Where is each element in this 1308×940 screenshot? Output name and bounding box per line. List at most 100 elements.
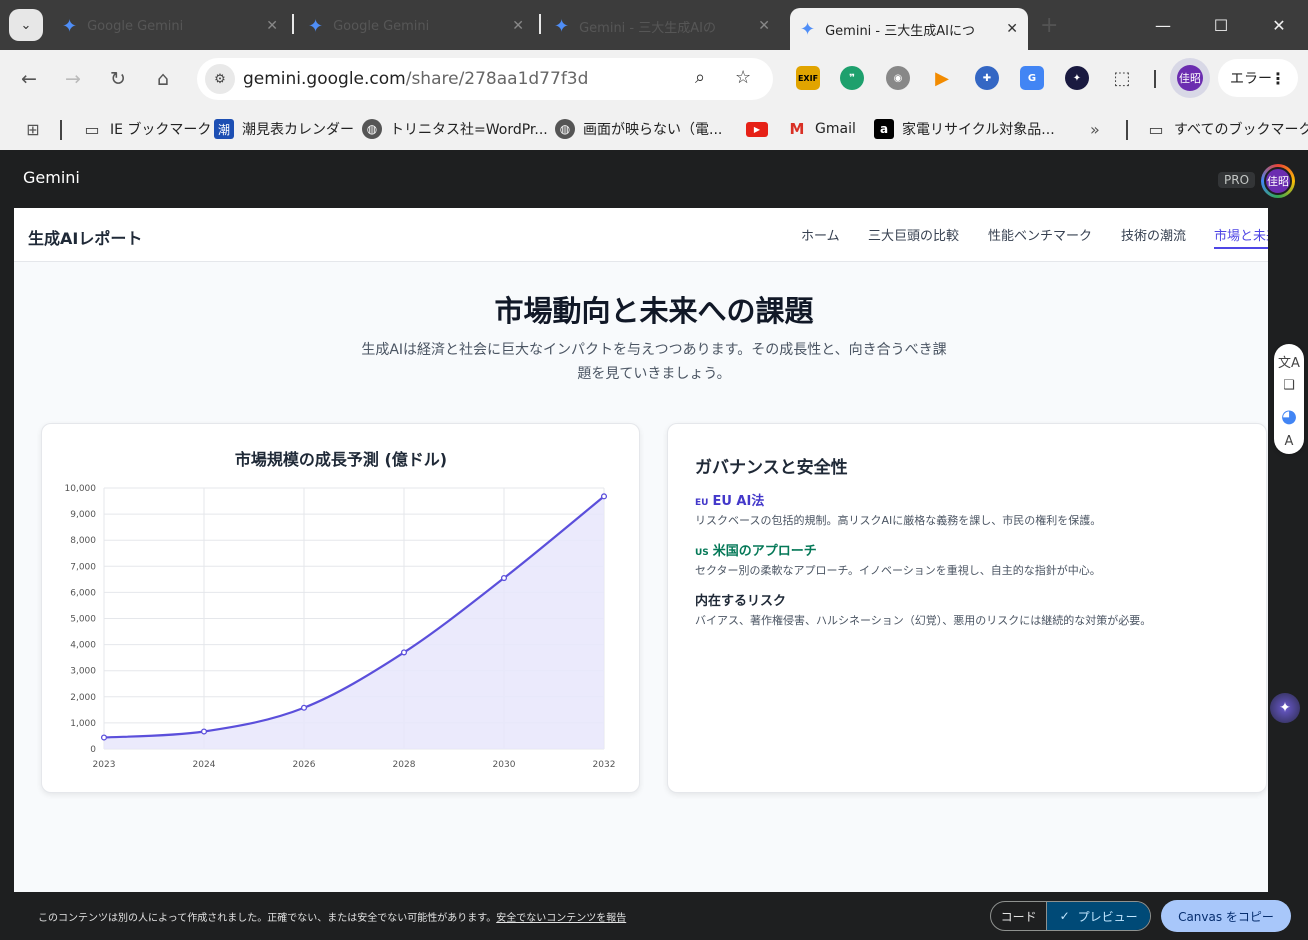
report-brand[interactable]: 生成AIレポート xyxy=(28,225,142,249)
profile-avatar[interactable]: 佳昭 xyxy=(1170,58,1210,98)
view-toggle: コード ✓ プレビュー xyxy=(990,901,1151,931)
back-icon[interactable]: ← xyxy=(16,66,42,92)
y-tick-label: 4,000 xyxy=(70,641,96,651)
folder-icon: ▭ xyxy=(1148,119,1164,139)
window-close-icon[interactable]: ✕ xyxy=(1250,0,1308,50)
nav-home[interactable]: ホーム xyxy=(801,225,840,244)
reload-icon[interactable]: ↻ xyxy=(105,66,131,92)
translate-icon[interactable]: 文A xyxy=(1274,352,1304,371)
zoom-icon[interactable]: ⌕ xyxy=(695,67,705,88)
address-bar[interactable]: ⚙ gemini.google.com/share/278aa1d77f3d ⌕… xyxy=(197,58,773,100)
bookmark-item[interactable]: ◍ トリニタス社=WordPr... xyxy=(362,116,548,142)
y-tick-label: 1,000 xyxy=(70,719,96,729)
x-tick-label: 2028 xyxy=(393,760,416,770)
y-tick-label: 6,000 xyxy=(70,588,96,598)
share-banner: このコンテンツは別の人によって作成されました。正確でない、または安全でない可能性… xyxy=(0,892,1308,940)
x-tick-label: 2023 xyxy=(93,760,116,770)
browser-tab-active[interactable]: ✦ Gemini - 三大生成AIにつ ✕ xyxy=(790,8,1028,50)
preview-tab[interactable]: ✓ プレビュー xyxy=(1046,902,1150,930)
chevron-down-icon: ⌄ xyxy=(20,17,32,33)
new-tab-icon[interactable]: + xyxy=(1040,13,1058,38)
bookmark-divider xyxy=(1126,120,1128,140)
data-point xyxy=(600,493,608,500)
forward-icon[interactable]: → xyxy=(60,66,86,92)
all-bookmarks-item[interactable]: ▭ すべてのブックマーク xyxy=(1146,116,1308,142)
page-subtitle: 生成AIは経済と社会に巨大なインパクトを与えつつあります。その成長性と、向き合う… xyxy=(361,342,947,382)
translate-alt-icon[interactable]: A xyxy=(1274,434,1304,449)
bookmark-item[interactable]: M Gmail xyxy=(787,116,856,142)
nav-comparison[interactable]: 三大巨頭の比較 xyxy=(868,225,959,244)
y-tick-label: 0 xyxy=(90,745,96,755)
color-wheel-icon[interactable]: ◕ xyxy=(1274,406,1304,427)
site-settings-icon[interactable]: ⚙ xyxy=(205,64,235,94)
bookmark-item[interactable]: ◍ 画面が映らない（電... xyxy=(555,116,722,142)
gemini-spark-icon: ✦ xyxy=(308,15,324,37)
side-tools: 文A ❑ ◕ A xyxy=(1274,344,1304,454)
bookmark-item[interactable]: a 家電リサイクル対象品... xyxy=(874,116,1055,142)
pro-badge: PRO xyxy=(1218,172,1256,188)
disclaimer-text: このコンテンツは別の人によって作成されました。正確でない、または安全でない可能性… xyxy=(38,913,627,924)
amazon-icon: a xyxy=(874,119,894,139)
toolbar-divider xyxy=(1154,70,1156,88)
close-icon[interactable]: ✕ xyxy=(1006,21,1018,37)
tab-search-button[interactable]: ⌄ xyxy=(9,9,43,41)
plus-extension-icon[interactable]: ✚ xyxy=(975,66,999,90)
y-tick-label: 10,000 xyxy=(65,484,97,494)
x-tick-label: 2030 xyxy=(493,760,516,770)
translate-extension-icon[interactable]: G xyxy=(1020,66,1044,90)
error-menu-button[interactable]: エラー ⋮ xyxy=(1218,59,1298,97)
nav-trends[interactable]: 技術の潮流 xyxy=(1121,225,1186,244)
nav-market[interactable]: 市場と未来 xyxy=(1214,225,1268,249)
bookmark-item[interactable]: ▶ xyxy=(746,116,776,142)
gemini-sparkle-icon[interactable]: ✦ xyxy=(1270,693,1300,723)
x-tick-label: 2032 xyxy=(593,760,616,770)
bookmark-item[interactable]: ▭ IE ブックマーク xyxy=(82,116,211,142)
governance-item-us: US 米国のアプローチ セクター別の柔軟なアプローチ。イノベーションを重視し、自主… xyxy=(695,540,1255,578)
copy-canvas-button[interactable]: Canvas をコピー xyxy=(1161,900,1291,932)
bookmarks-bar: ⊞ ▭ IE ブックマーク 潮潮見表カレンダー ◍ トリニタス社=WordPr...… xyxy=(0,108,1308,150)
home-icon[interactable]: ⌂ xyxy=(150,66,176,92)
y-tick-label: 7,000 xyxy=(70,562,96,572)
x-tick-label: 2026 xyxy=(293,760,316,770)
close-icon[interactable]: ✕ xyxy=(758,18,770,34)
bookmark-item[interactable]: 潮潮見表カレンダー xyxy=(214,116,354,142)
gemini-spark-icon: ✦ xyxy=(62,15,78,37)
folder-icon: ▭ xyxy=(84,119,100,139)
data-point xyxy=(100,734,108,741)
url-text[interactable]: gemini.google.com/share/278aa1d77f3d xyxy=(243,69,588,89)
data-point xyxy=(500,574,508,582)
quote-extension-icon[interactable]: ❞ xyxy=(840,66,864,90)
browser-tab[interactable]: ✦ Gemini - 三大生成AIの ✕ xyxy=(544,8,780,44)
globe-icon: ◍ xyxy=(362,119,382,139)
apps-grid-icon[interactable]: ⊞ xyxy=(23,116,51,142)
gemini-app: Gemini PRO 佳昭 生成AIレポート ホーム 三大巨頭の比較 性能ベンチ… xyxy=(0,150,1308,940)
report-unsafe-link[interactable]: 安全でないコンテンツを報告 xyxy=(496,913,626,924)
data-point xyxy=(200,728,208,735)
browser-tab[interactable]: ✦ Google Gemini ✕ xyxy=(52,8,288,44)
exif-extension-icon[interactable]: EXIF xyxy=(796,66,820,90)
tide-icon: 潮 xyxy=(214,119,234,139)
governance-item-eu: EU EU AI法 リスクベースの包括的規制。高リスクAIに厳格な義務を課し、市民… xyxy=(695,490,1255,528)
page-title: 市場動向と未来への課題 xyxy=(494,294,814,328)
gemini-extension-icon[interactable]: ✦ xyxy=(1065,66,1089,90)
play-extension-icon[interactable]: ▶ xyxy=(930,66,954,90)
chart-card: 市場規模の成長予測 (億ドル) 0 1,000 2,000 3,000 4,000 5,0… xyxy=(41,423,640,793)
account-avatar[interactable]: 佳昭 xyxy=(1261,164,1295,198)
more-bookmarks-icon[interactable]: » xyxy=(1090,116,1100,142)
bookmark-star-icon[interactable]: ☆ xyxy=(735,67,751,88)
x-tick-label: 2024 xyxy=(193,760,216,770)
data-point xyxy=(400,649,408,656)
extensions-puzzle-icon[interactable]: ⬚ xyxy=(1110,66,1134,90)
browser-tab[interactable]: ✦ Google Gemini ✕ xyxy=(298,8,534,44)
tab-divider xyxy=(292,14,294,34)
minimize-icon[interactable]: — xyxy=(1134,0,1192,50)
close-icon[interactable]: ✕ xyxy=(266,18,278,34)
gmail-icon: M xyxy=(789,120,805,138)
maximize-icon[interactable]: ☐ xyxy=(1192,0,1250,50)
nav-benchmark[interactable]: 性能ベンチマーク xyxy=(988,225,1092,244)
code-tab[interactable]: コード xyxy=(991,902,1046,930)
governance-heading: 内在するリスク xyxy=(695,594,787,609)
rss-extension-icon[interactable]: ◉ xyxy=(886,66,910,90)
close-icon[interactable]: ✕ xyxy=(512,18,524,34)
book-icon[interactable]: ❑ xyxy=(1274,378,1304,393)
